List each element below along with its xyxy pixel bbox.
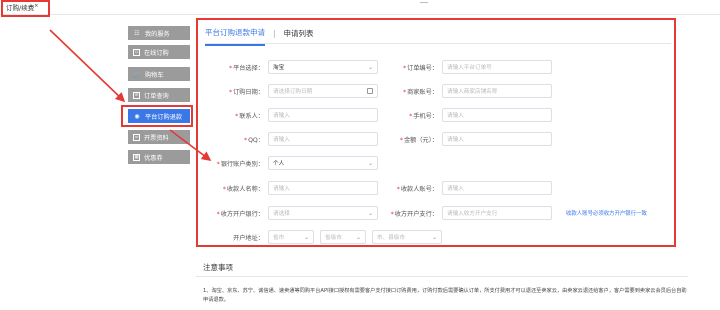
payee-name-label: *收款人名称： [222,186,264,193]
order-date-placeholder: 请选择订购日期 [273,89,313,95]
tabs-divider [205,43,671,44]
shop-account-label: *商家账号： [402,89,438,96]
branch-hint: 收款人账号必须收方开户银行一致 [566,211,647,217]
chevron-down-icon: ⌄ [367,160,373,167]
order-date-label: *订购日期： [228,89,264,96]
payee-branch-label: *收方开户支行： [390,211,438,218]
topbar-divider [420,0,428,3]
sidebar-item-online-order[interactable]: ▫ 在线订购 [128,45,190,59]
payee-bank-placeholder: 请选择 [273,211,290,217]
arrow-tab-to-sidebar [49,29,126,103]
order-no-input[interactable]: 请输入平台订单号 [442,60,552,74]
qq-label: *QQ： [243,137,264,144]
sidebar-item-label: 订单查询 [144,92,169,100]
qq-placeholder: 请输入 [273,137,290,143]
order-no-placeholder: 请输入平台订单号 [447,65,492,71]
platform-select[interactable]: 淘宝 ⌄ [268,60,378,74]
user-group-icon: ☷ [134,29,140,37]
payee-branch-placeholder: 请输入收方开户支行 [447,211,498,217]
box-icon: ▫ [133,48,140,56]
chevron-down-icon: ⌄ [431,234,437,241]
address-label: 开户地址： [233,235,264,242]
payee-account-label: *收款人账号： [396,186,438,193]
sidebar-item-label: 优惠券 [144,154,163,162]
sidebar-item-label: 我的服务 [145,30,170,38]
bank-type-label: *银行账户类别： [216,161,264,168]
sidebar-item-coupon[interactable]: ▦ 优惠券 [128,150,190,164]
sidebar-item-cart[interactable]: 🛒 购物车 [128,67,190,81]
qq-input[interactable]: 请输入 [268,132,378,146]
top-tab-bar: 订购/续费× [0,0,720,15]
payee-bank-select[interactable]: 请选择 ⌄ [268,206,378,220]
contact-label: *联系人： [235,113,264,120]
phone-label: *手机号： [409,113,438,120]
refund-form-panel: 平台订购退款申请 | 申请列表 *平台选择： 淘宝 ⌄ *订单编号： 请输入平台… [196,18,676,247]
sidebar-item-invoice[interactable]: ☰ 开票资料 [128,130,190,144]
payee-branch-input[interactable]: 请输入收方开户支行 [442,206,552,220]
platform-label: *平台选择： [228,65,264,72]
list-icon: ≡ [133,91,140,99]
payee-account-input[interactable]: 请输入 [442,181,552,195]
chevron-down-icon: ⌄ [303,234,309,241]
city-select[interactable]: 省级市 ⌄ [320,230,366,244]
notice-title: 注意事项 [203,263,233,272]
document-icon: ☰ [133,133,140,141]
province-placeholder: 省市 [273,235,285,241]
district-placeholder: 市、县级市 [377,235,405,241]
shop-account-input[interactable]: 请输入商家店铺名称 [442,84,552,98]
highlight-box-sidebar [121,105,193,127]
highlight-box-tab [1,0,50,17]
chevron-down-icon: ⌄ [367,210,373,217]
notice-text: 1、淘宝、京东、苏宁、诚信通、速卖通等同购平台API接口授权有需要客户支付接口订… [203,288,687,303]
payee-name-placeholder: 请输入 [273,186,290,192]
calendar-icon [367,88,373,94]
contact-input[interactable]: 请输入 [268,108,378,122]
order-date-picker[interactable]: 请选择订购日期 [268,84,378,98]
amount-input[interactable]: 请输入 [442,132,552,146]
order-no-label: *订单编号： [402,65,438,72]
page: 订购/续费× ☷ 我的服务 ▫ 在线订购 🛒 购物车 ≡ 订单查询 ◉ 平台订购… [0,0,720,310]
chevron-down-icon: ⌄ [355,234,361,241]
province-select[interactable]: 省市 ⌄ [268,230,314,244]
sidebar-item-label: 购物车 [145,71,164,79]
contact-placeholder: 请输入 [273,113,290,119]
platform-select-value: 淘宝 [273,65,285,71]
chevron-down-icon: ⌄ [367,64,373,71]
payee-bank-label: *收方开户银行： [216,211,264,218]
amount-placeholder: 请输入 [447,137,464,143]
city-placeholder: 省级市 [325,235,342,241]
phone-placeholder: 请输入 [447,113,464,119]
bank-type-select[interactable]: 个人 ⌄ [268,156,378,170]
cart-icon: 🛒 [133,70,141,78]
phone-input[interactable]: 请输入 [442,108,552,122]
amount-label: *金额（元）： [399,137,438,144]
sidebar-item-label: 在线订购 [144,49,169,57]
shop-account-placeholder: 请输入商家店铺名称 [447,89,498,95]
district-select[interactable]: 市、县级市 ⌄ [372,230,442,244]
payee-account-placeholder: 请输入 [447,186,464,192]
payee-name-input[interactable]: 请输入 [268,181,378,195]
notice-divider [196,276,688,277]
sidebar-item-label: 开票资料 [144,134,169,142]
coupon-icon: ▦ [133,153,140,161]
tab-separator: | [273,29,276,38]
bank-type-value: 个人 [273,161,285,167]
sidebar-item-my-services[interactable]: ☷ 我的服务 [128,26,190,40]
sidebar-item-order-query[interactable]: ≡ 订单查询 [128,88,190,102]
